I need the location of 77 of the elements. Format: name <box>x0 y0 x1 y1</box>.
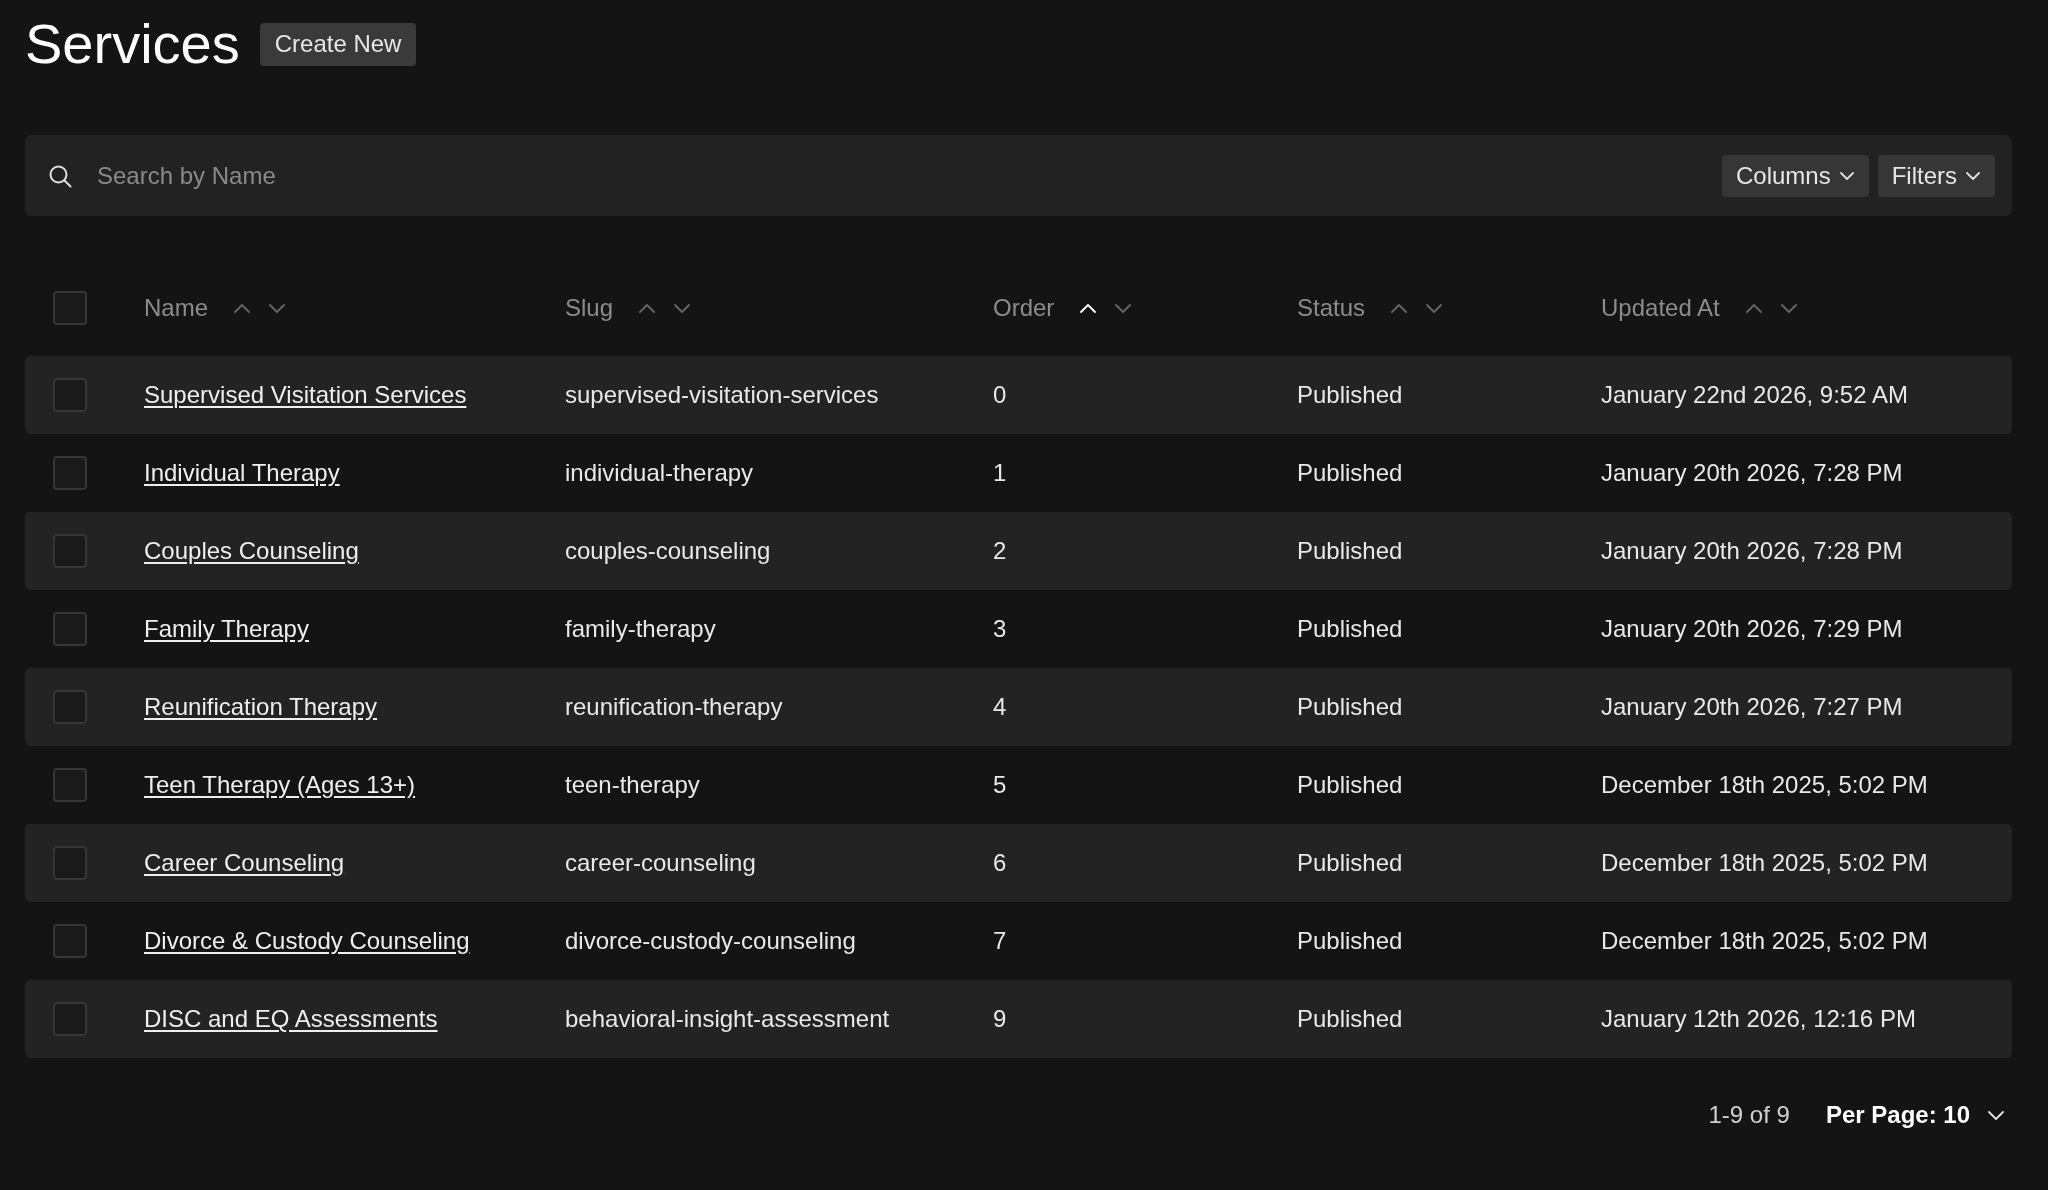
chevron-down-icon[interactable] <box>1780 303 1797 313</box>
row-checkbox[interactable] <box>53 846 87 880</box>
row-checkbox[interactable] <box>53 612 87 646</box>
table-cell: Published <box>1297 615 1403 642</box>
chevron-down-icon <box>1988 1110 2004 1120</box>
table-cell: 7 <box>993 927 1007 954</box>
column-header[interactable]: Updated At <box>1601 294 1720 322</box>
row-checkbox[interactable] <box>53 378 87 412</box>
table-cell: Published <box>1297 693 1403 720</box>
table-cell: January 22nd 2026, 9:52 AM <box>1601 381 1908 408</box>
pagination-range: 1-9 of 9 <box>1708 1101 1790 1129</box>
table-cell: supervised-visitation-services <box>565 381 879 408</box>
table-cell: January 12th 2026, 12:16 PM <box>1601 1005 1916 1032</box>
page-title: Services <box>25 16 240 72</box>
table-cell: 0 <box>993 381 1007 408</box>
per-page-dropdown[interactable]: Per Page: 10 <box>1825 1101 2004 1129</box>
table-cell: December 18th 2025, 5:02 PM <box>1601 927 1928 954</box>
table-cell: 6 <box>993 849 1007 876</box>
column-header[interactable]: Name <box>144 294 209 322</box>
service-link[interactable]: Couples Counseling <box>144 537 359 564</box>
table-cell: reunification-therapy <box>565 693 783 720</box>
table-cell: divorce-custody-counseling <box>565 927 856 954</box>
row-checkbox[interactable] <box>53 1002 87 1036</box>
chevron-down-icon <box>1966 171 1980 180</box>
search-field[interactable]: Search by Name <box>97 155 1710 196</box>
row-checkbox[interactable] <box>53 534 87 568</box>
table-cell: individual-therapy <box>565 459 754 486</box>
service-link[interactable]: Teen Therapy (Ages 13+) <box>144 771 416 798</box>
table-cell: January 20th 2026, 7:27 PM <box>1601 693 1903 720</box>
table-cell: Published <box>1297 1005 1403 1032</box>
chevron-down-icon[interactable] <box>1426 303 1443 313</box>
table-cell: couples-counseling <box>565 537 771 564</box>
row-checkbox[interactable] <box>53 456 87 490</box>
chevron-down-icon[interactable] <box>674 303 691 313</box>
table-cell: family-therapy <box>565 615 716 642</box>
table-cell: December 18th 2025, 5:02 PM <box>1601 771 1928 798</box>
service-link[interactable]: DISC and EQ Assessments <box>144 1005 438 1032</box>
chevron-down-icon[interactable] <box>1115 303 1132 313</box>
table-cell: behavioral-insight-assessment <box>565 1005 890 1032</box>
search-icon <box>48 163 72 188</box>
table-cell: teen-therapy <box>565 771 700 798</box>
chevron-down-icon <box>1839 171 1854 180</box>
table-cell: 2 <box>993 537 1007 564</box>
select-all-checkbox[interactable] <box>53 291 87 325</box>
column-header[interactable]: Slug <box>565 294 614 322</box>
service-link[interactable]: Supervised Visitation Services <box>144 381 467 408</box>
row-checkbox[interactable] <box>53 924 87 958</box>
table-cell: Published <box>1297 927 1403 954</box>
table-cell: Published <box>1297 537 1403 564</box>
table-cell: 5 <box>993 771 1007 798</box>
service-link[interactable]: Individual Therapy <box>144 459 340 486</box>
chevron-down-icon[interactable] <box>269 303 286 313</box>
row-checkbox[interactable] <box>53 690 87 724</box>
table-cell: Published <box>1297 381 1403 408</box>
search-bar[interactable]: Search by Name Columns Filters <box>25 135 2012 216</box>
table-cell: 3 <box>993 615 1007 642</box>
service-link[interactable]: Family Therapy <box>144 615 309 642</box>
service-link[interactable]: Reunification Therapy <box>144 693 378 720</box>
dropdown-button[interactable]: Filters <box>1877 154 1995 197</box>
service-link[interactable]: Divorce & Custody Counseling <box>144 927 470 954</box>
table-cell: December 18th 2025, 5:02 PM <box>1601 849 1928 876</box>
table-cell: career-counseling <box>565 849 756 876</box>
table-cell: 4 <box>993 693 1007 720</box>
table-cell: 1 <box>993 459 1007 486</box>
table-cell: Published <box>1297 771 1403 798</box>
table-cell: Published <box>1297 459 1403 486</box>
column-header[interactable]: Status <box>1297 294 1366 322</box>
table-cell: 9 <box>993 1005 1007 1032</box>
table-cell: Published <box>1297 849 1403 876</box>
table-cell: January 20th 2026, 7:29 PM <box>1601 615 1903 642</box>
column-header[interactable]: Order <box>993 294 1055 322</box>
dropdown-button[interactable]: Columns <box>1721 154 1869 197</box>
table-cell: January 20th 2026, 7:28 PM <box>1601 459 1903 486</box>
service-link[interactable]: Career Counseling <box>144 849 345 876</box>
row-checkbox[interactable] <box>53 768 87 802</box>
table-cell: January 20th 2026, 7:28 PM <box>1601 537 1903 564</box>
create-new-button[interactable]: Create New <box>259 22 417 66</box>
